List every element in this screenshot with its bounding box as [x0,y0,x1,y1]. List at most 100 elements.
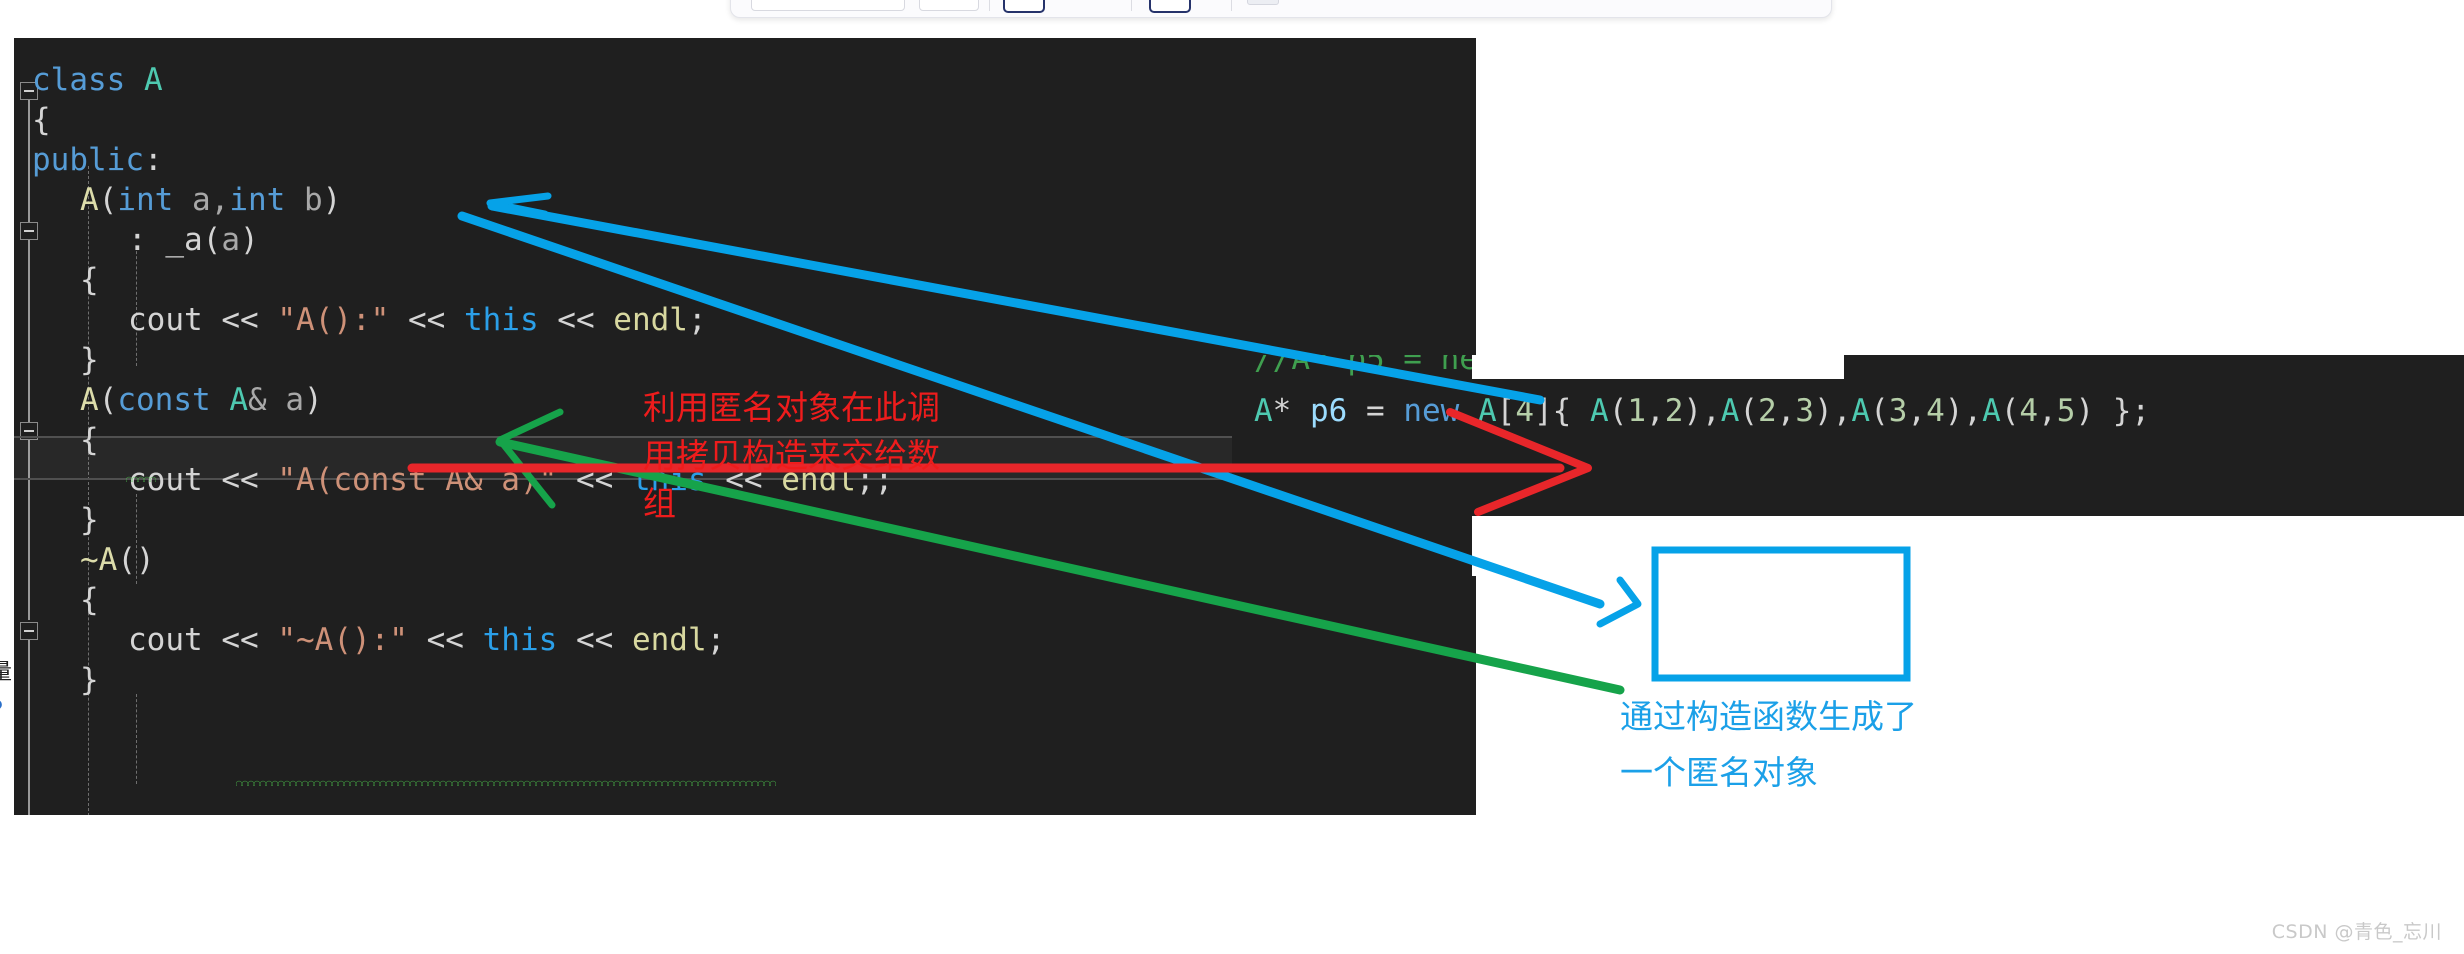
code-token: , [1907,393,1927,429]
code-token: A [1851,393,1871,429]
code-token: a, [173,182,230,218]
code-line: ~A() [32,540,893,580]
code-token: ( [202,222,222,258]
toolbar-separator-2 [1131,0,1132,11]
code-token: << [538,302,614,338]
code-token: ), [1944,393,1983,429]
code-token: public [32,142,144,178]
screenshot-root: 量 ? class A{public:A(i [0,0,2464,954]
code-token: 4 [1926,393,1945,429]
code-token: this [463,302,539,338]
code-token: 4 [2019,393,2039,429]
code-line: class A [32,60,893,100]
code-token: { [80,422,99,458]
code-line: { [32,100,893,140]
code-token: = [1347,393,1404,429]
code-token: ), [1814,393,1852,429]
blue-annotation-line-2: 一个匿名对象 [1620,753,1818,792]
code-token: ( [98,382,118,418]
code-token: << [407,622,483,658]
code-line: } [32,340,893,380]
red-annotation-line-3: 组 [643,484,676,523]
code-token: << [389,302,464,338]
code-line: public: [32,140,893,180]
error-squiggle-dtor-cout [236,778,776,786]
code-line: cout << "A():" << this << endl; [32,300,893,340]
code-token: A [1590,393,1609,429]
toolbar-strip [730,0,1832,18]
code-line: } [32,660,893,700]
code-token: ) [240,222,259,258]
code-token: ( [98,182,118,218]
code-token: A [1254,393,1273,429]
code-token: endl [631,622,707,658]
code-token: const [117,382,211,418]
code-token: A [1478,393,1497,429]
code-token: & a [248,382,305,418]
toolbar-button-2[interactable] [1149,0,1191,13]
code-token: 4 [1515,393,1535,429]
code-token: } [80,342,99,378]
code-token: "~A():" [277,622,408,658]
code-token: 3 [1795,393,1815,429]
code-editor-right[interactable]: //A* p5 = new A[4]{1,2,3,4}; A* p6 = new… [1232,355,2464,516]
code-token: * [1272,393,1310,429]
right-strip-top-notch [1472,355,1844,379]
code-token: : [143,142,163,178]
code-token: ), [1683,393,1721,429]
code-token: int [229,182,286,218]
toolbar-chip[interactable] [1247,0,1279,5]
code-line: A(int a,int b) [32,180,893,220]
code-token: ( [1608,393,1628,429]
code-token: ( [1870,393,1889,429]
code-token: "A(const A& a)" [277,462,558,498]
code-token: cout [128,302,222,338]
toolbar-text-field-1[interactable] [751,0,905,11]
toolbar-text-field-2[interactable] [919,0,979,11]
toolbar-button-1[interactable] [1003,0,1045,13]
code-token: ; [706,622,726,658]
error-squiggle-copy-ctor [126,474,156,482]
code-line: { [32,260,893,300]
code-token: _a [165,222,203,258]
code-token: << [221,462,278,498]
fold-guide-ctor [28,240,30,430]
code-token: class [32,62,144,98]
code-token: << [221,302,278,338]
code-token: ]{ [1534,393,1591,429]
code-token: new [1403,393,1460,429]
code-token: cout [128,622,222,658]
code-line: } [32,500,893,540]
code-token: A [1720,393,1740,429]
code-line: : _a(a) [32,220,893,260]
code-token: [ [1496,393,1516,429]
red-annotation-line-2: 用拷贝构造来交给数 [643,436,940,475]
blue-annotation-line-1: 通过构造函数生成了 [1620,697,1917,736]
csdn-watermark: CSDN @青色_忘川 [2271,921,2442,943]
code-token: a [221,222,240,258]
code-token: ) }; [2075,393,2151,429]
code-token: ; [687,302,707,338]
code-token: ~A [80,542,118,578]
code-line: { [32,580,893,620]
code-token: A [80,382,99,418]
code-token: { [80,262,99,298]
code-token: , [2038,393,2057,429]
code-token: : [128,222,166,258]
code-token: } [80,502,99,538]
code-token: 1 [1627,393,1647,429]
code-token: p6 [1310,393,1348,429]
code-token: A [229,382,249,418]
toolbar-separator-1 [989,0,990,11]
right-strip-bottom-notch [1472,516,2464,576]
code-token: ( [2000,393,2020,429]
code-token: endl [613,302,688,338]
code-token: "A():" [277,302,390,338]
code-token: 2 [1758,393,1777,429]
code-token: } [80,662,99,698]
indent-guide-4 [136,694,137,784]
code-token: 3 [1888,393,1908,429]
code-token: A [143,62,163,98]
code-line: cout << "~A():" << this << endl; [32,620,893,660]
code-token: int [117,182,174,218]
